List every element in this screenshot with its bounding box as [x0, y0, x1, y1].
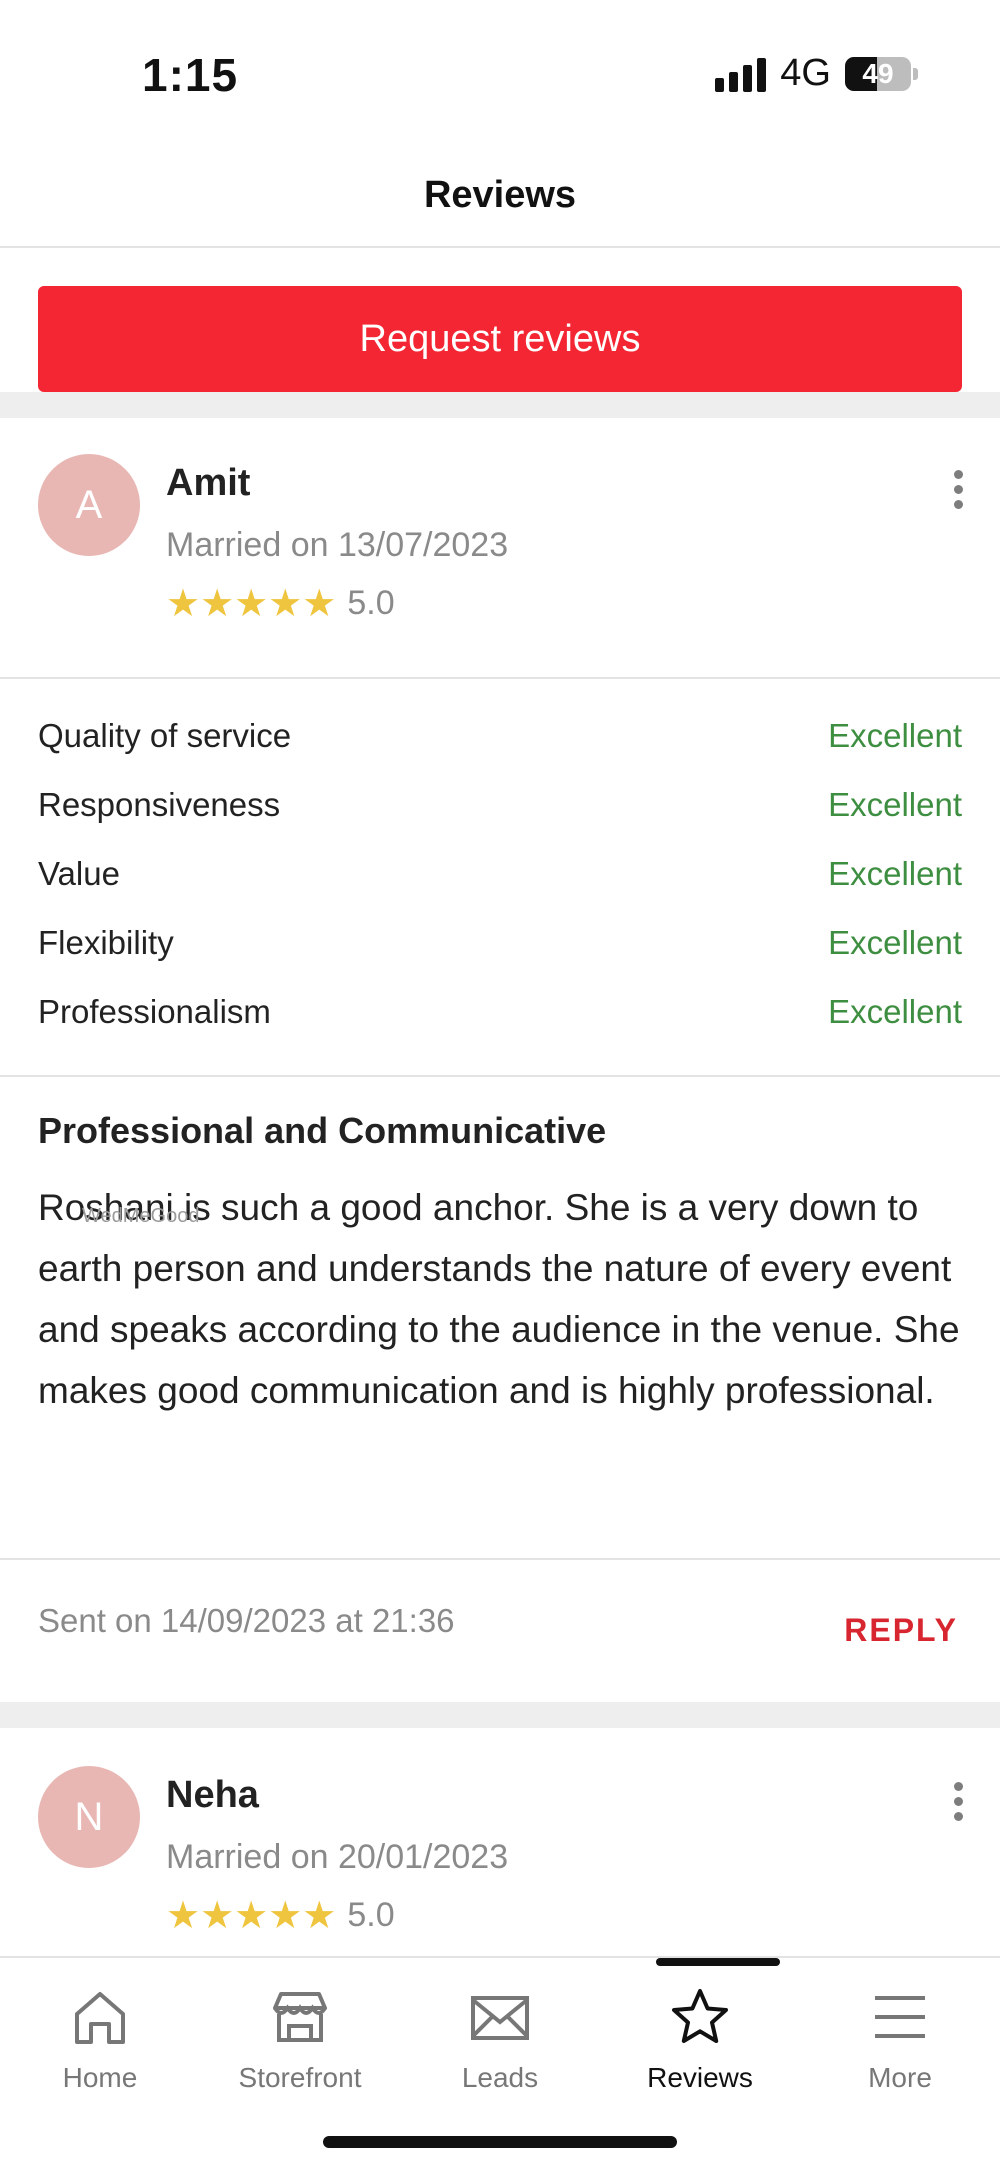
active-tab-indicator — [656, 1958, 780, 1966]
criteria-value: Excellent — [828, 855, 962, 892]
home-indicator — [323, 2136, 677, 2148]
nav-item-leads[interactable]: Leads — [400, 1986, 600, 2094]
nav-label: Reviews — [647, 2062, 753, 2093]
reviewer-name: Amit — [166, 462, 251, 504]
rating-value: 5.0 — [347, 584, 395, 622]
criteria-label: Flexibility — [38, 924, 174, 961]
married-date: Married on 20/01/2023 — [166, 1838, 509, 1876]
battery-cap — [913, 67, 918, 80]
bottom-nav: Home Storefront Leads Reviews More — [0, 1956, 1000, 2168]
criteria-list: Quality of service Excellent Responsiven… — [38, 706, 962, 1051]
nav-item-reviews[interactable]: Reviews — [600, 1986, 800, 2094]
menu-icon — [875, 1996, 925, 2038]
storefront-icon — [273, 1992, 327, 2042]
criteria-value: Excellent — [828, 993, 962, 1030]
avatar: N — [38, 1766, 140, 1868]
status-time: 1:15 — [142, 49, 239, 101]
review-title: Professional and Communicative — [38, 1110, 607, 1151]
criteria-label: Responsiveness — [38, 786, 281, 823]
watermark: WedMeGood — [82, 1205, 200, 1227]
nav-label: Storefront — [238, 2062, 362, 2093]
rating: ★★★★★ 5.0 — [166, 584, 395, 623]
reply-button[interactable]: REPLY — [844, 1612, 958, 1649]
divider — [0, 677, 1000, 679]
top-app-bar: Reviews — [0, 150, 1000, 248]
status-icons: 4G 49 — [715, 52, 918, 95]
criteria-label: Professionalism — [38, 993, 271, 1030]
criteria-value: Excellent — [828, 924, 962, 961]
criteria-row: Professionalism Excellent — [38, 982, 962, 1051]
divider — [0, 1558, 1000, 1560]
criteria-value: Excellent — [828, 786, 962, 823]
page-title: Reviews — [423, 174, 577, 216]
divider — [0, 1075, 1000, 1077]
criteria-row: Value Excellent — [38, 844, 962, 913]
nav-label: Home — [62, 2062, 138, 2093]
star-rating-icon: ★★★★★ — [166, 1894, 337, 1937]
section-gap — [0, 1702, 1000, 1728]
battery-icon: 49 — [845, 56, 911, 91]
request-section: Request reviews — [0, 248, 1000, 394]
nav-label: More — [868, 2062, 932, 2093]
request-reviews-button[interactable]: Request reviews — [38, 286, 962, 392]
status-bar: 1:15 4G 49 — [0, 0, 1000, 140]
more-options-icon[interactable] — [952, 470, 964, 509]
criteria-label: Value — [38, 855, 120, 892]
signal-icon — [715, 56, 767, 92]
avatar: A — [38, 454, 140, 556]
rating: ★★★★★ 5.0 — [166, 1896, 395, 1935]
married-date: Married on 13/07/2023 — [166, 526, 509, 564]
nav-item-storefront[interactable]: Storefront — [200, 1986, 400, 2094]
section-gap — [0, 392, 1000, 418]
criteria-label: Quality of service — [38, 717, 292, 754]
star-rating-icon: ★★★★★ — [166, 582, 337, 625]
more-options-icon[interactable] — [952, 1782, 964, 1821]
nav-label: Leads — [461, 2062, 539, 2093]
rating-value: 5.0 — [347, 1896, 395, 1934]
nav-item-home[interactable]: Home — [0, 1986, 200, 2094]
mail-icon — [471, 1996, 529, 2040]
nav-item-more[interactable]: More — [800, 1986, 1000, 2094]
criteria-row: Responsiveness Excellent — [38, 775, 962, 844]
criteria-value: Excellent — [828, 717, 962, 754]
home-icon — [75, 1992, 125, 2044]
network-type: 4G — [780, 52, 831, 94]
battery-level: 49 — [862, 57, 894, 89]
criteria-row: Quality of service Excellent — [38, 706, 962, 775]
sent-timestamp: Sent on 14/09/2023 at 21:36 — [38, 1602, 455, 1639]
star-icon — [672, 1989, 728, 2043]
reviewer-name: Neha — [166, 1774, 259, 1816]
criteria-row: Flexibility Excellent — [38, 913, 962, 982]
